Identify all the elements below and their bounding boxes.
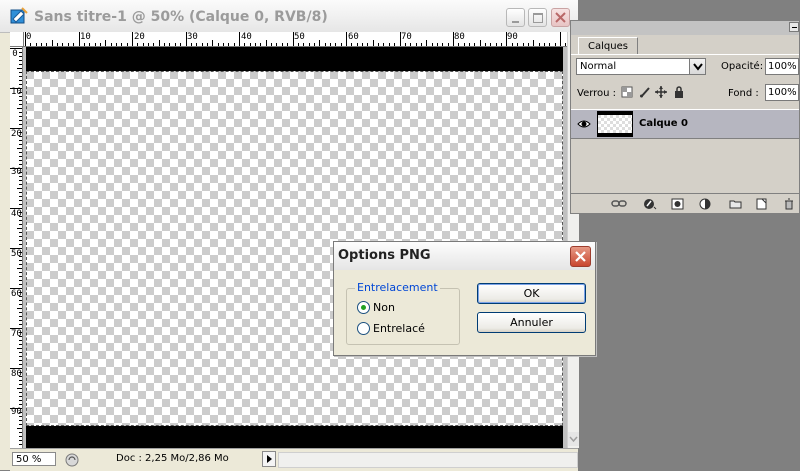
cancel-button[interactable]: Annuler [477, 312, 586, 333]
ruler-v-label: 90 [11, 407, 22, 417]
layer-row[interactable]: Calque 0 [571, 109, 799, 139]
blend-mode-select[interactable]: Normal [576, 58, 706, 75]
arrow-down-icon [569, 436, 578, 443]
lock-transparency-icon[interactable] [621, 86, 633, 98]
ruler-v-label: 80 [11, 369, 22, 379]
tab-calques[interactable]: Calques [578, 37, 638, 55]
opacity-label: Opacité: [721, 61, 764, 72]
scroll-down-button[interactable] [568, 432, 579, 446]
ruler-h-label: 90 [507, 32, 518, 42]
new-group-folder-icon[interactable] [729, 198, 742, 210]
layer-thumbnail[interactable] [597, 111, 633, 137]
canvas-black-band-top [26, 47, 563, 71]
ruler-v-label: 30 [11, 167, 22, 177]
ruler-v-label: 20 [11, 129, 22, 139]
fill-label: Fond : [728, 88, 759, 99]
status-menu-arrow-button[interactable] [262, 451, 276, 467]
new-layer-icon[interactable] [755, 198, 768, 210]
layers-panel: Calques Normal Opacité: 100% Verrou : Fo… [570, 20, 800, 214]
png-options-dialog: Options PNG Entrelacement Non Entrelacé … [333, 241, 596, 356]
ok-button[interactable]: OK [477, 283, 586, 304]
blend-mode-value: Normal [580, 61, 617, 72]
eye-icon[interactable] [577, 117, 591, 131]
ruler-h-label: 70 [401, 32, 412, 42]
radio-non-label[interactable]: Non [373, 301, 395, 314]
canvas-black-band-bottom [26, 426, 563, 448]
layer-name[interactable]: Calque 0 [639, 118, 688, 129]
trash-icon[interactable] [783, 198, 796, 210]
tab-divider [571, 54, 799, 55]
radio-entrelace-label[interactable]: Entrelacé [373, 322, 425, 335]
lock-label: Verrou : [577, 88, 617, 99]
ruler-v-label: 10 [11, 87, 22, 97]
panel-grip[interactable] [571, 21, 799, 35]
chevron-down-icon[interactable] [689, 59, 705, 74]
ruler-v-label: 50 [11, 249, 22, 259]
close-button[interactable] [551, 8, 570, 27]
dialog-titlebar[interactable]: Options PNG [334, 242, 595, 270]
lock-position-move-icon[interactable] [655, 86, 667, 98]
ruler-v-label: 40 [11, 209, 22, 219]
ruler-h-label: 0 [26, 32, 32, 42]
opacity-field[interactable]: 100% [765, 58, 799, 75]
close-icon [555, 12, 566, 23]
radio-non[interactable] [357, 301, 370, 314]
panel-minimize-button[interactable] [789, 22, 799, 32]
ruler-h-label: 50 [294, 32, 305, 42]
ruler-h-label: 20 [134, 32, 145, 42]
ruler-h-label: 30 [187, 32, 198, 42]
interlace-groupbox: Entrelacement Non Entrelacé [346, 281, 460, 345]
minimize-button[interactable] [506, 8, 525, 27]
add-mask-icon[interactable] [671, 198, 684, 210]
link-layers-icon[interactable] [611, 198, 627, 210]
ruler-h-label: 60 [348, 32, 359, 42]
document-size-info: Doc : 2,25 Mo/2,86 Mo [116, 453, 229, 464]
ruler-h-label: 80 [454, 32, 465, 42]
vertical-ruler[interactable]: 0 10 20 30 40 50 60 70 80 90 [10, 46, 23, 448]
ruler-h-label: 10 [80, 32, 91, 42]
dialog-title: Options PNG [338, 248, 431, 263]
ruler-h-label: 40 [241, 32, 252, 42]
document-window: Sans titre-1 @ 50% (Calque 0, RVB/8) 0 1… [0, 0, 579, 471]
lock-pixels-brush-icon[interactable] [639, 86, 651, 98]
zoom-field[interactable]: 50 % [12, 452, 56, 466]
horizontal-ruler[interactable]: 0 10 20 30 40 50 60 70 80 90 [10, 32, 567, 47]
fill-field[interactable]: 100% [765, 84, 799, 101]
dialog-close-button[interactable] [570, 246, 591, 267]
status-bar: 50 % Doc : 2,25 Mo/2,86 Mo [10, 448, 578, 471]
adjustment-layer-icon[interactable] [699, 198, 712, 210]
ruler-v-label: 60 [11, 289, 22, 299]
layers-footer-toolbar [571, 193, 799, 214]
layer-style-fx-icon[interactable] [643, 198, 657, 210]
status-info-icon[interactable] [64, 452, 80, 468]
document-titlebar[interactable]: Sans titre-1 @ 50% (Calque 0, RVB/8) [0, 0, 578, 33]
ruler-origin[interactable] [10, 32, 24, 47]
radio-entrelace[interactable] [357, 322, 370, 335]
interlace-group-label: Entrelacement [355, 281, 440, 294]
maximize-button[interactable] [528, 8, 547, 27]
ruler-v-label: 70 [11, 329, 22, 339]
lock-all-padlock-icon[interactable] [673, 86, 685, 98]
horizontal-scrollbar[interactable] [278, 452, 578, 468]
close-icon [575, 251, 586, 262]
ruler-v-label: 0 [12, 49, 18, 59]
document-title: Sans titre-1 @ 50% (Calque 0, RVB/8) [34, 9, 328, 25]
photoshop-document-icon [10, 7, 28, 25]
